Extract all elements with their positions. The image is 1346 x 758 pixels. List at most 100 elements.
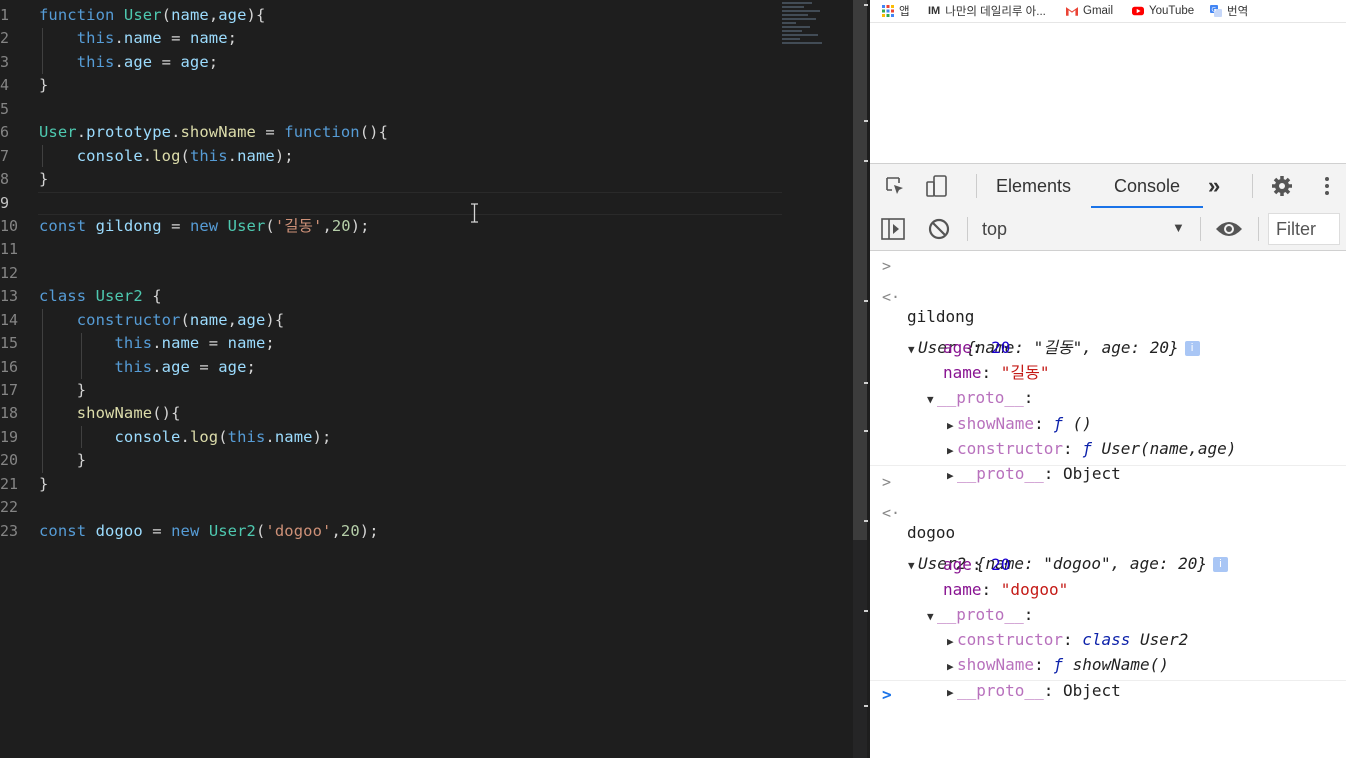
web-page-viewport[interactable]	[870, 22, 1346, 163]
console-filter-input[interactable]: Filter	[1268, 213, 1340, 245]
bookmark-apps[interactable]: 앱	[882, 3, 910, 19]
code-token: ;	[265, 334, 275, 353]
code-line[interactable]: this.age = age;	[39, 51, 782, 74]
code-editor[interactable]: 1 2 3 4 5 6 7 8 9 10 11 12 13 14 15 16 17 18 19 20 21 22 23 fu…	[0, 0, 852, 758]
code-token: =	[199, 334, 228, 353]
settings-gear-icon[interactable]	[1270, 174, 1294, 198]
bookmark-youtube[interactable]: YouTube	[1132, 3, 1194, 19]
code-token: log	[152, 146, 181, 165]
code-line[interactable]	[39, 98, 782, 121]
code-token: 20	[340, 521, 360, 540]
line-number: 12	[0, 263, 19, 282]
code-line[interactable]: constructor(name,age){	[39, 309, 782, 332]
code-token: User2	[208, 521, 256, 540]
proto-method-row[interactable]: ▶ constructor: class User2	[870, 602, 1346, 649]
code-line[interactable]: console.log(this.name);	[39, 145, 782, 168]
toolbar-divider	[1258, 217, 1259, 241]
code-line[interactable]: const gildong = new User('길동',20);	[39, 215, 782, 238]
code-line[interactable]: const dogoo = new User2('dogoo',20);	[39, 520, 782, 543]
code-token: name	[171, 6, 209, 24]
device-toolbar-icon[interactable]	[925, 174, 949, 198]
code-token: }	[39, 381, 87, 399]
line-number: 8	[0, 170, 10, 189]
code-token: ){	[265, 310, 285, 329]
code-line[interactable]: User.prototype.showName = function(){	[39, 121, 782, 144]
tab-console[interactable]: Console	[1091, 164, 1203, 208]
code-token: name	[274, 427, 313, 446]
code-line[interactable]	[39, 238, 782, 261]
proto-method-row[interactable]: ▶ constructor: ƒ User(name,age)	[870, 411, 1346, 458]
code-token: function	[39, 6, 115, 24]
toolbar-divider	[976, 174, 977, 198]
console-output[interactable]: > gildong <· ▼ User {name: "길동", age: 20}…	[870, 251, 1346, 758]
code-token: age	[161, 357, 190, 376]
code-token: const	[39, 216, 87, 235]
collapsed-triangle-icon[interactable]: ▶	[947, 680, 957, 705]
code-area[interactable]: function User(name,age){ this.name = nam…	[38, 4, 782, 543]
bookmark-translate-label: 번역	[1227, 6, 1249, 18]
code-line[interactable]: }	[39, 379, 782, 402]
proto-method-row[interactable]: ▶ __proto__: Object	[870, 436, 1346, 483]
more-options-icon[interactable]	[1320, 174, 1334, 198]
context-selector[interactable]: top	[982, 208, 1007, 250]
code-token: '길동'	[274, 216, 323, 235]
context-dropdown-arrow-icon[interactable]: ▼	[1172, 220, 1185, 235]
code-token: .	[227, 146, 238, 165]
bookmark-translate[interactable]: G 번역	[1210, 3, 1248, 19]
code-line[interactable]: this.age = age;	[39, 356, 782, 379]
code-line[interactable]: showName(){	[39, 402, 782, 425]
code-token: showName	[180, 123, 256, 142]
code-token: (	[180, 146, 190, 165]
code-line[interactable]	[39, 262, 782, 285]
code-line[interactable]: this.name = name;	[39, 27, 782, 50]
tab-elements[interactable]: Elements	[996, 164, 1071, 208]
minimap[interactable]	[782, 2, 824, 52]
code-line[interactable]: function User(name,age){	[39, 4, 782, 27]
code-line[interactable]: }	[39, 168, 782, 191]
proto-method-row[interactable]: ▶ showName: ƒ showName()	[870, 627, 1346, 674]
proto-row[interactable]: ▼ __proto__:	[870, 360, 1346, 407]
property-value: Object	[1062, 681, 1121, 700]
console-prompt-caret-icon[interactable]: >	[882, 685, 892, 704]
line-number: 23	[0, 521, 19, 540]
code-line[interactable]: this.name = name;	[39, 332, 782, 355]
proto-method-row[interactable]: ▶ __proto__: Object	[870, 653, 1346, 700]
proto-method-row[interactable]: ▶ showName: ƒ ()	[870, 386, 1346, 433]
proto-row[interactable]: ▼ __proto__:	[870, 577, 1346, 624]
code-line[interactable]	[39, 496, 782, 519]
result-arrow-icon: <·	[882, 288, 901, 306]
clear-console-icon[interactable]	[928, 218, 950, 240]
code-token: ,	[227, 310, 238, 329]
code-line[interactable]: }	[39, 74, 782, 97]
property-row: name: "dogoo"	[943, 580, 1069, 599]
code-token: {	[142, 287, 162, 306]
line-number: 2	[0, 29, 10, 48]
code-token: =	[142, 521, 172, 540]
bookmark-gmail[interactable]: Gmail	[1066, 3, 1113, 19]
code-token: 'dogoo'	[265, 521, 332, 540]
code-token: );	[312, 427, 332, 446]
bookmark-gmail-label: Gmail	[1083, 5, 1114, 17]
code-line[interactable]: class User2 {	[39, 285, 782, 308]
inspect-element-icon[interactable]	[884, 175, 906, 197]
more-tabs-button[interactable]: »	[1208, 164, 1220, 208]
code-token: }	[39, 170, 49, 189]
code-line[interactable]: console.log(this.name);	[39, 426, 782, 449]
bookmark-blog[interactable]: IM 나만의 데일리루 아...	[928, 3, 1046, 19]
code-token: constructor	[76, 310, 181, 329]
code-token: ;	[227, 29, 238, 48]
console-result-entry[interactable]: <· ▼ User2 {name: "dogoo", age: 20} i	[870, 501, 1346, 573]
code-line[interactable]	[38, 191, 782, 215]
code-line[interactable]: }	[39, 473, 782, 496]
youtube-icon	[1132, 6, 1144, 16]
code-token: age	[123, 52, 153, 71]
console-result-entry[interactable]: <· ▼ User {name: "길동", age: 20} i	[870, 285, 1346, 357]
live-expression-eye-icon[interactable]	[1215, 219, 1243, 239]
code-line[interactable]: }	[39, 449, 782, 472]
show-sidebar-icon[interactable]	[881, 218, 905, 240]
code-token: .	[180, 427, 190, 446]
code-token: User	[123, 6, 162, 24]
